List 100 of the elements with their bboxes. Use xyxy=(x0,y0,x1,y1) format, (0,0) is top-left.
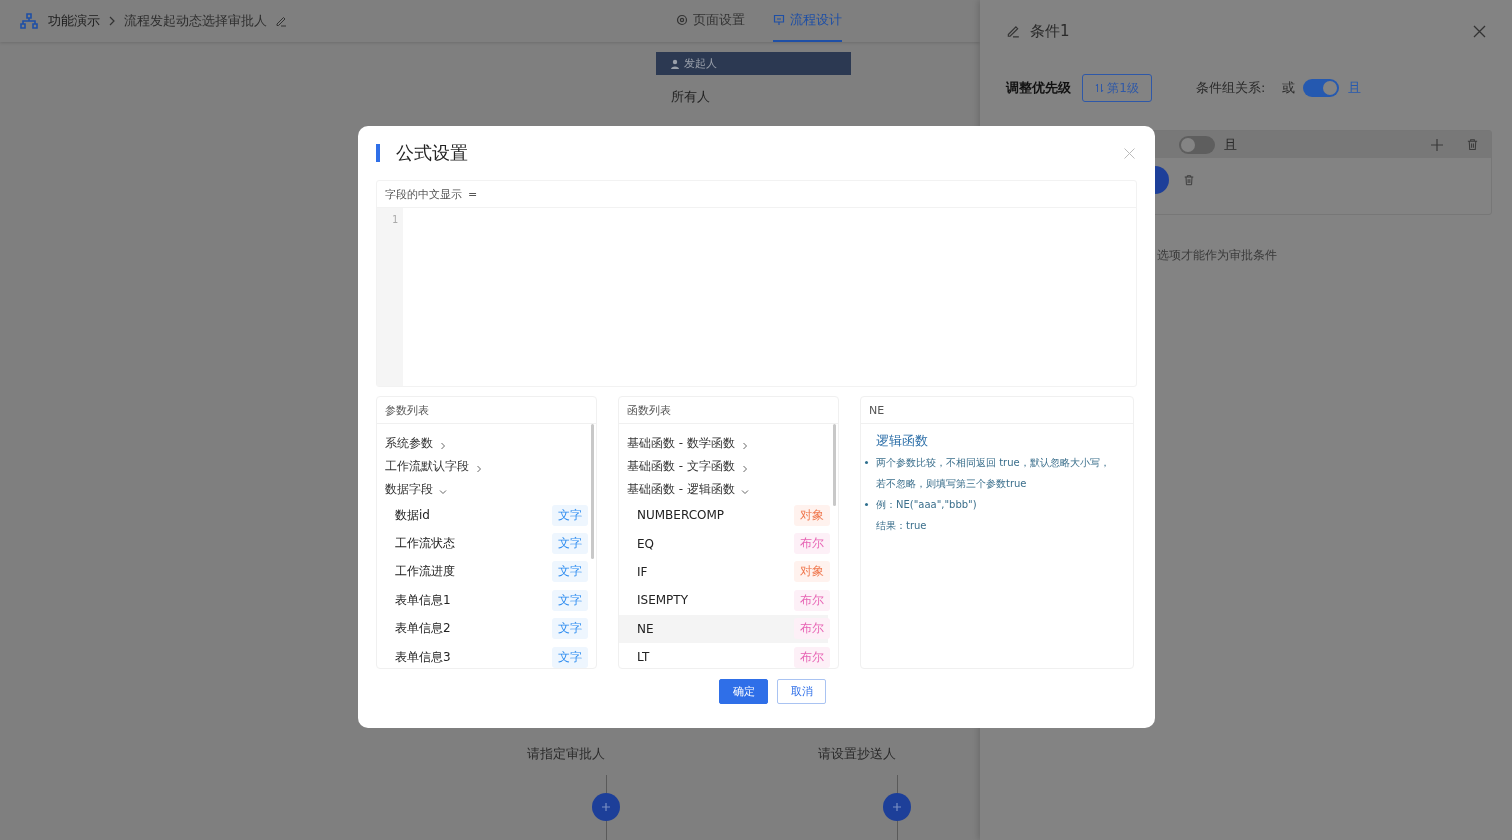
type-tag: 布尔 xyxy=(794,646,830,668)
and-label: 且 xyxy=(1348,79,1362,97)
type-tag: 文字 xyxy=(552,561,588,583)
list-item[interactable]: EQ 布尔 xyxy=(619,529,828,558)
org-chart-icon xyxy=(20,13,38,29)
panel-title: 函数列表 xyxy=(627,402,671,418)
list-item[interactable]: ISEMPTY 布尔 xyxy=(619,586,828,615)
list-item[interactable]: 工作流进度 文字 xyxy=(377,557,586,587)
type-tag: 文字 xyxy=(552,618,588,640)
list-item[interactable]: NE 布尔 xyxy=(619,614,828,643)
item-name: 表单信息1 xyxy=(395,591,451,609)
chevron-down-icon xyxy=(740,487,749,496)
list-item[interactable]: 工作流状态 文字 xyxy=(377,529,586,558)
chevron-right-icon xyxy=(740,441,749,450)
relation-toggle[interactable] xyxy=(1303,79,1340,97)
group-item[interactable]: 基础函数 - 数学函数 xyxy=(619,432,828,455)
list-item[interactable]: 数据id 文字 xyxy=(377,501,586,530)
sort-icon xyxy=(1095,83,1105,93)
node-content: 所有人 xyxy=(671,88,710,106)
plus-icon xyxy=(892,802,902,812)
and-label: 且 xyxy=(1224,135,1237,154)
group-toggle[interactable] xyxy=(1179,135,1215,154)
confirm-button[interactable]: 确定 xyxy=(719,679,768,704)
description-text: 两个参数比较，不相同返回 true，默认忽略大小写， xyxy=(876,455,1110,470)
breadcrumb-item: 流程发起动态选择审批人 xyxy=(124,12,267,30)
type-tag: 文字 xyxy=(552,533,588,555)
plus-icon xyxy=(601,802,611,812)
panel-title: 参数列表 xyxy=(385,402,429,418)
item-name: IF xyxy=(637,564,648,579)
plus-icon[interactable] xyxy=(1431,138,1443,151)
type-tag: 布尔 xyxy=(794,618,830,640)
scrollbar[interactable] xyxy=(591,424,594,559)
add-node-button[interactable] xyxy=(883,793,911,821)
list-item[interactable]: IF 对象 xyxy=(619,557,828,587)
drawer-title: 条件1 xyxy=(1030,21,1070,41)
item-name: ISEMPTY xyxy=(637,593,688,608)
panel-title: NE xyxy=(869,403,885,417)
breadcrumb-separator-icon xyxy=(108,16,116,26)
type-tag: 文字 xyxy=(552,646,588,668)
pencil-icon[interactable] xyxy=(1006,24,1020,38)
list-item[interactable]: LT 布尔 xyxy=(619,642,828,668)
or-label: 或 xyxy=(1282,79,1296,97)
start-node[interactable]: 发起人 xyxy=(656,52,851,75)
close-icon[interactable] xyxy=(1124,147,1135,159)
item-name: 工作流进度 xyxy=(395,563,455,581)
type-tag: 对象 xyxy=(794,504,830,526)
title-accent-bar xyxy=(376,144,380,162)
close-icon[interactable] xyxy=(1473,24,1486,38)
chevron-right-icon xyxy=(439,441,447,450)
bullet-dot xyxy=(865,461,868,464)
formula-editor[interactable]: 字段的中文显示 = 1 xyxy=(376,180,1137,387)
node-placeholder[interactable]: 请指定审批人 xyxy=(527,745,608,763)
group-item[interactable]: 系统参数 xyxy=(377,432,586,455)
person-icon xyxy=(670,58,680,69)
type-tag: 布尔 xyxy=(794,533,830,555)
pencil-icon[interactable] xyxy=(275,15,287,27)
type-tag: 对象 xyxy=(794,561,830,583)
type-tag: 文字 xyxy=(552,589,588,611)
item-name: 表单信息3 xyxy=(395,648,451,666)
trash-icon[interactable] xyxy=(1466,138,1479,151)
item-name: NUMBERCOMP xyxy=(637,508,725,523)
detail-heading: 逻辑函数 xyxy=(876,432,929,450)
cancel-button[interactable]: 取消 xyxy=(777,679,826,704)
item-name: EQ xyxy=(637,536,655,551)
description-text: 结果：true xyxy=(876,518,927,533)
scrollbar[interactable] xyxy=(833,424,836,506)
line-number: 1 xyxy=(391,214,398,225)
item-name: 工作流状态 xyxy=(395,535,455,553)
item-name: 表单信息2 xyxy=(395,620,451,638)
bullet-dot xyxy=(865,503,868,506)
group-item[interactable]: 数据字段 xyxy=(377,478,586,501)
relation-label: 条件组关系: xyxy=(1196,79,1266,97)
list-item[interactable]: NUMBERCOMP 对象 xyxy=(619,501,828,530)
type-tag: 布尔 xyxy=(794,589,830,611)
description-text: 例：NE("aaa","bbb") xyxy=(876,497,977,512)
description-text: 若不忽略，则填写第三个参数true xyxy=(876,476,1027,491)
group-item[interactable]: 工作流默认字段 xyxy=(377,455,586,478)
add-node-button[interactable] xyxy=(592,793,620,821)
priority-label: 调整优先级 xyxy=(1006,79,1071,97)
chevron-right-icon xyxy=(740,464,749,473)
list-item[interactable]: 表单信息3 文字 xyxy=(377,642,586,668)
field-label: 字段的中文显示 xyxy=(385,186,462,202)
breadcrumb-item[interactable]: 功能演示 xyxy=(48,12,100,30)
item-name: LT xyxy=(637,650,650,665)
node-placeholder[interactable]: 请设置抄送人 xyxy=(818,745,899,763)
item-name: NE xyxy=(637,621,654,636)
trash-icon[interactable] xyxy=(1183,174,1195,186)
dialog-title: 公式设置 xyxy=(396,141,468,165)
list-item[interactable]: 表单信息1 文字 xyxy=(377,586,586,615)
chevron-down-icon xyxy=(439,487,447,496)
hint-text: 选项才能作为审批条件 xyxy=(1157,247,1278,264)
flow-chart-icon xyxy=(773,14,785,26)
equals-sign: = xyxy=(468,187,478,201)
group-item[interactable]: 基础函数 - 逻辑函数 xyxy=(619,478,828,501)
group-item[interactable]: 基础函数 - 文字函数 xyxy=(619,455,828,478)
list-item[interactable]: 表单信息2 文字 xyxy=(377,614,586,643)
type-tag: 文字 xyxy=(552,504,588,526)
chevron-right-icon xyxy=(475,464,483,473)
gear-icon xyxy=(676,14,688,26)
item-name: 数据id xyxy=(395,506,430,524)
